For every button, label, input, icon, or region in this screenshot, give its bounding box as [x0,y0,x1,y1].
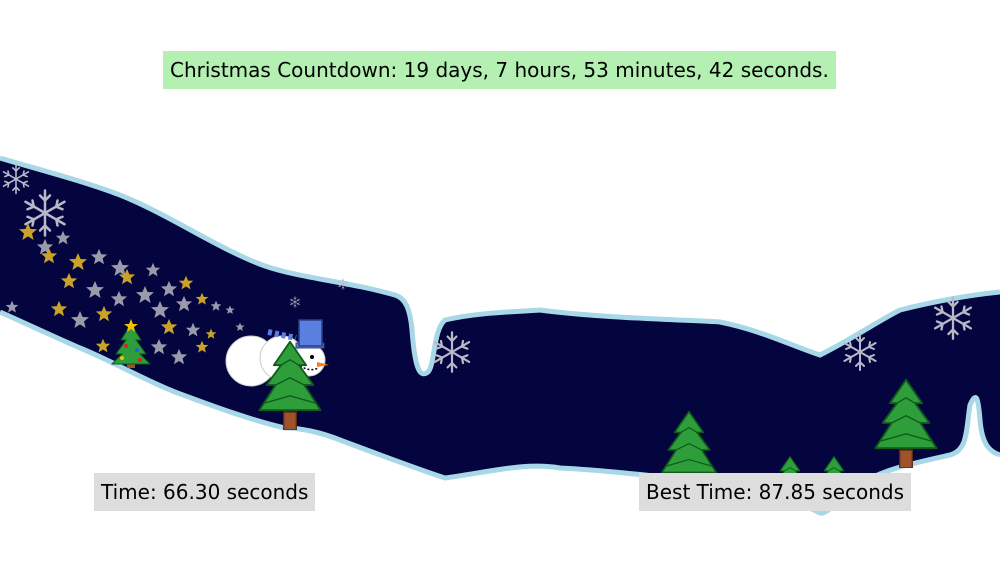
best-time-display: Best Time: 87.85 seconds [639,473,912,511]
christmas-countdown: Christmas Countdown: 19 days, 7 hours, 5… [163,51,836,89]
current-time-display: Time: 66.30 seconds [94,473,316,511]
